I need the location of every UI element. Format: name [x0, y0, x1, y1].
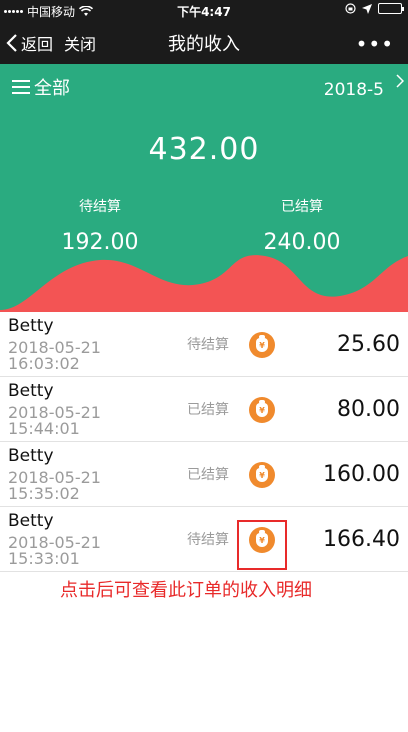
total-income: 432.00 [148, 132, 260, 167]
money-bag-icon[interactable]: ¥ [249, 397, 275, 423]
order-time: 2018-05-21 16:03:02 [8, 338, 101, 373]
payer-name: Betty [8, 511, 54, 531]
settlement-status: 待结算 [187, 337, 229, 353]
filter-label: 全部 [34, 78, 70, 99]
battery-icon [378, 3, 404, 14]
nav-bar: 返回 关闭 我的收入 ••• [0, 20, 408, 64]
settled-label: 已结算 [281, 199, 323, 215]
chevron-right-icon[interactable] [396, 74, 404, 88]
money-bag-icon[interactable]: ¥ [249, 462, 275, 488]
more-button[interactable]: ••• [356, 32, 394, 56]
pending-label: 待结算 [79, 199, 121, 215]
settlement-status: 已结算 [187, 467, 229, 483]
wave-decoration [0, 255, 408, 312]
annotation-text: 点击后可查看此订单的收入明细 [60, 580, 312, 601]
location-icon [362, 3, 372, 14]
income-row[interactable]: Betty 2018-05-21 15:33:01 待结算 ¥ 166.40 [0, 507, 408, 572]
payer-name: Betty [8, 316, 54, 336]
order-time: 2018-05-21 15:44:01 [8, 403, 101, 438]
filter-dropdown[interactable]: 全部 [12, 74, 70, 100]
payer-name: Betty [8, 446, 54, 466]
highlight-box [237, 520, 287, 570]
income-summary: 全部 2018-5 432.00 待结算 已结算 192.00 240.00 [0, 64, 408, 312]
settlement-status: 已结算 [187, 402, 229, 418]
income-amount: 25.60 [337, 332, 400, 357]
income-row[interactable]: Betty 2018-05-21 15:44:01 已结算 ¥ 80.00 [0, 377, 408, 442]
money-bag-icon[interactable]: ¥ [249, 332, 275, 358]
rotation-lock-icon [345, 3, 356, 14]
order-time: 2018-05-21 15:35:02 [8, 468, 101, 503]
income-row[interactable]: Betty 2018-05-21 16:03:02 待结算 ¥ 25.60 [0, 312, 408, 377]
income-row[interactable]: Betty 2018-05-21 15:35:02 已结算 ¥ 160.00 [0, 442, 408, 507]
status-bar: 中国移动 下午4:47 [0, 0, 408, 20]
settlement-status: 待结算 [187, 532, 229, 548]
payer-name: Betty [8, 381, 54, 401]
income-amount: 160.00 [323, 462, 400, 487]
page-title: 我的收入 [168, 34, 240, 55]
menu-icon [12, 80, 30, 94]
order-time: 2018-05-21 15:33:01 [8, 533, 101, 568]
income-amount: 166.40 [323, 527, 400, 552]
income-amount: 80.00 [337, 397, 400, 422]
income-list: Betty 2018-05-21 16:03:02 待结算 ¥ 25.60 Bet… [0, 312, 408, 572]
month-selector[interactable]: 2018-5 [324, 80, 384, 100]
status-right [345, 3, 404, 14]
